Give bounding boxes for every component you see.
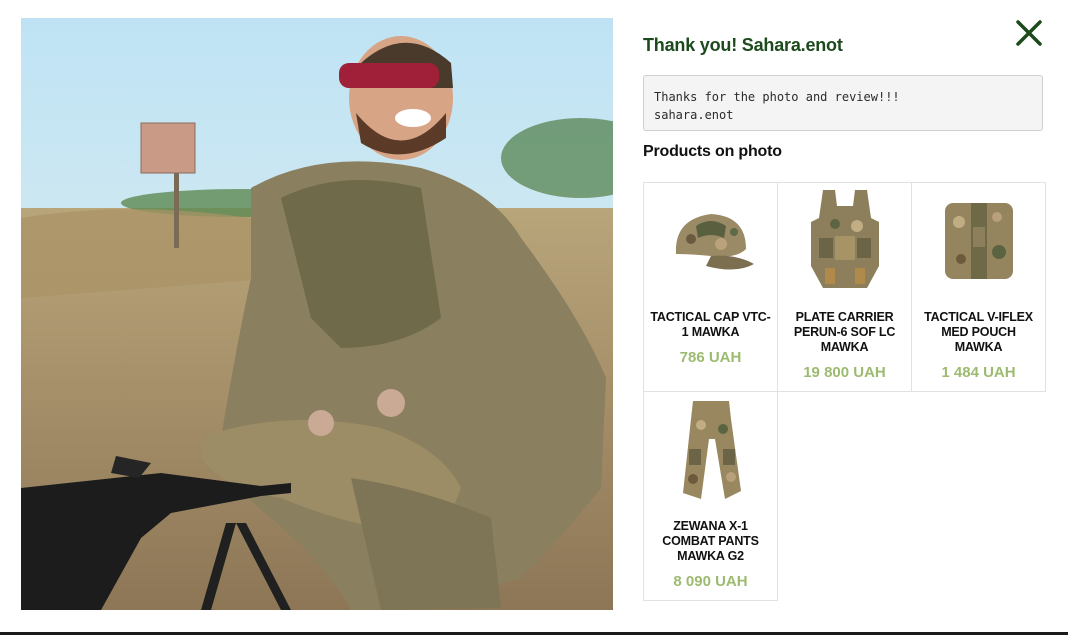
close-icon xyxy=(1016,20,1042,46)
product-price: 1 484 UAH xyxy=(941,364,1016,381)
tactical-cap-icon xyxy=(654,187,767,297)
product-card-tactical-cap[interactable]: TACTICAL CAP VTC-1 MAWKA 786 UAH xyxy=(643,182,778,392)
product-name: TACTICAL CAP VTC-1 MAWKA xyxy=(650,310,771,339)
product-name: TACTICAL V-IFLEX MED POUCH MAWKA xyxy=(924,310,1033,354)
modal-title: Thank you! Sahara.enot xyxy=(643,35,843,55)
review-photo xyxy=(21,18,613,610)
product-price: 8 090 UAH xyxy=(673,573,748,590)
product-card-combat-pants[interactable]: ZEWANA X-1 COMBAT PANTS MAWKA G2 8 090 U… xyxy=(643,391,778,601)
product-price: 786 UAH xyxy=(679,349,742,366)
products-grid: TACTICAL CAP VTC-1 MAWKA 786 UAH PLATE C… xyxy=(643,182,1046,601)
combat-pants-icon xyxy=(654,396,767,506)
product-price: 19 800 UAH xyxy=(803,364,886,381)
close-button[interactable] xyxy=(1012,16,1046,50)
product-name: PLATE CARRIER PERUN-6 SOF LC MAWKA xyxy=(793,310,896,354)
med-pouch-icon xyxy=(922,187,1035,297)
review-comment: Thanks for the photo and review!!! sahar… xyxy=(643,75,1043,131)
plate-carrier-icon xyxy=(788,187,901,297)
product-name: ZEWANA X-1 COMBAT PANTS MAWKA G2 xyxy=(662,519,759,563)
product-card-med-pouch[interactable]: TACTICAL V-IFLEX MED POUCH MAWKA 1 484 U… xyxy=(911,182,1046,392)
products-heading: Products on photo xyxy=(643,143,782,160)
product-card-plate-carrier[interactable]: PLATE CARRIER PERUN-6 SOF LC MAWKA 19 80… xyxy=(777,182,912,392)
